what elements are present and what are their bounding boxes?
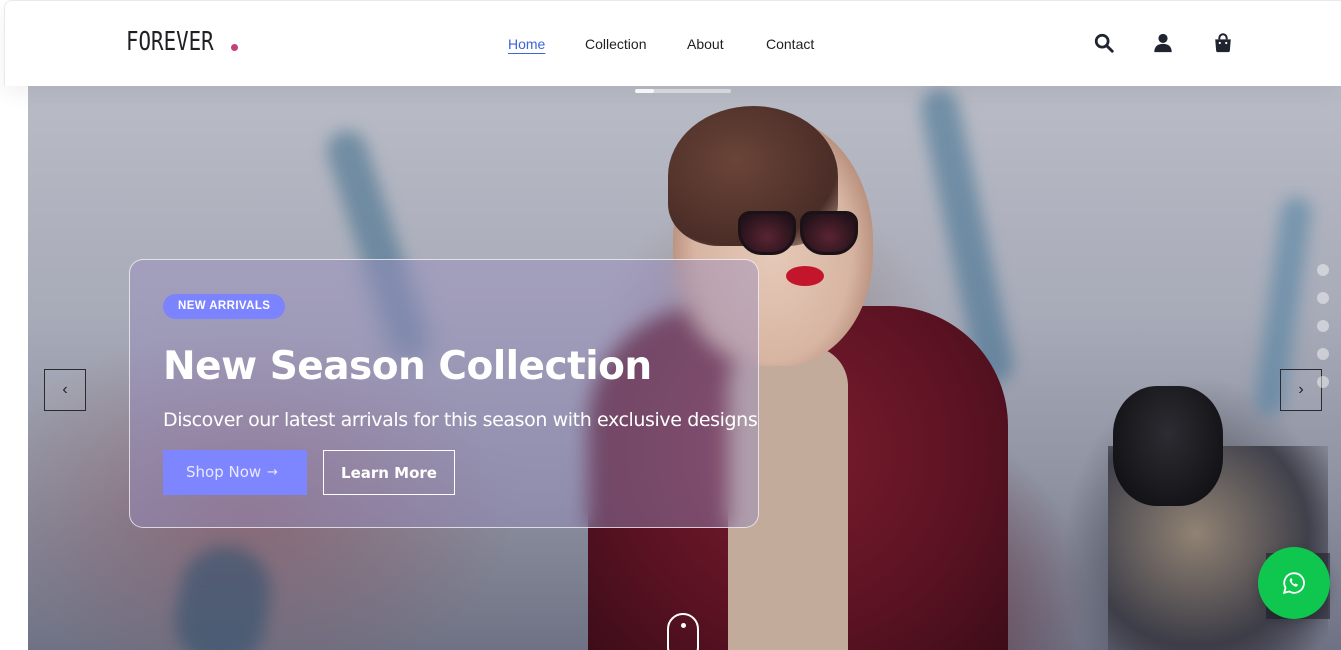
slide-dot[interactable]	[1317, 348, 1329, 360]
page: ‹ › NEW ARRIVALS New Season Collection D…	[0, 0, 1341, 650]
prev-slide-button[interactable]: ‹	[44, 369, 86, 411]
slide-dot[interactable]	[1317, 264, 1329, 276]
hero-subtitle: Discover our latest arrivals for this se…	[163, 409, 758, 431]
scroll-wheel-dot	[681, 623, 686, 628]
background-blur	[168, 539, 278, 650]
slide-dot[interactable]	[1317, 292, 1329, 304]
slide-progress-bar	[635, 89, 731, 93]
slide-progress-fill	[635, 89, 655, 93]
slide-dot[interactable]	[1317, 320, 1329, 332]
new-arrivals-badge: NEW ARRIVALS	[163, 294, 286, 319]
slide-dots	[1317, 264, 1331, 404]
nav-collection[interactable]: Collection	[585, 35, 646, 53]
nav-about[interactable]: About	[687, 35, 724, 53]
shop-now-label: Shop Now	[186, 463, 262, 481]
arrow-right-icon: →	[267, 465, 278, 480]
nav-home[interactable]: Home	[508, 35, 545, 53]
slide-dot[interactable]	[1317, 376, 1329, 388]
site-header: FOREVER Home Collection About Contact	[4, 0, 1341, 86]
learn-more-button[interactable]: Learn More	[323, 450, 455, 495]
nav-contact[interactable]: Contact	[766, 35, 814, 53]
hero-slider: ‹ › NEW ARRIVALS New Season Collection D…	[28, 86, 1341, 650]
sunglasses-lens-right	[800, 211, 858, 255]
hero-card: NEW ARRIVALS New Season Collection Disco…	[129, 259, 759, 528]
sunglasses-lens-left	[738, 211, 796, 255]
chevron-left-icon: ‹	[62, 381, 68, 398]
hero-model-glove	[1113, 386, 1223, 506]
hero-title: New Season Collection	[163, 344, 652, 389]
shop-now-button[interactable]: Shop Now →	[163, 450, 307, 495]
scroll-indicator[interactable]	[667, 613, 699, 650]
whatsapp-button[interactable]	[1258, 547, 1330, 619]
next-slide-button[interactable]: ›	[1280, 369, 1322, 411]
search-icon[interactable]	[1093, 32, 1115, 54]
user-icon[interactable]	[1152, 32, 1174, 54]
shopping-bag-icon[interactable]	[1212, 32, 1234, 54]
hero-model-lips	[786, 266, 824, 286]
whatsapp-icon	[1282, 572, 1305, 595]
main-nav: Home Collection About Contact	[5, 35, 1341, 55]
chevron-right-icon: ›	[1298, 381, 1304, 398]
